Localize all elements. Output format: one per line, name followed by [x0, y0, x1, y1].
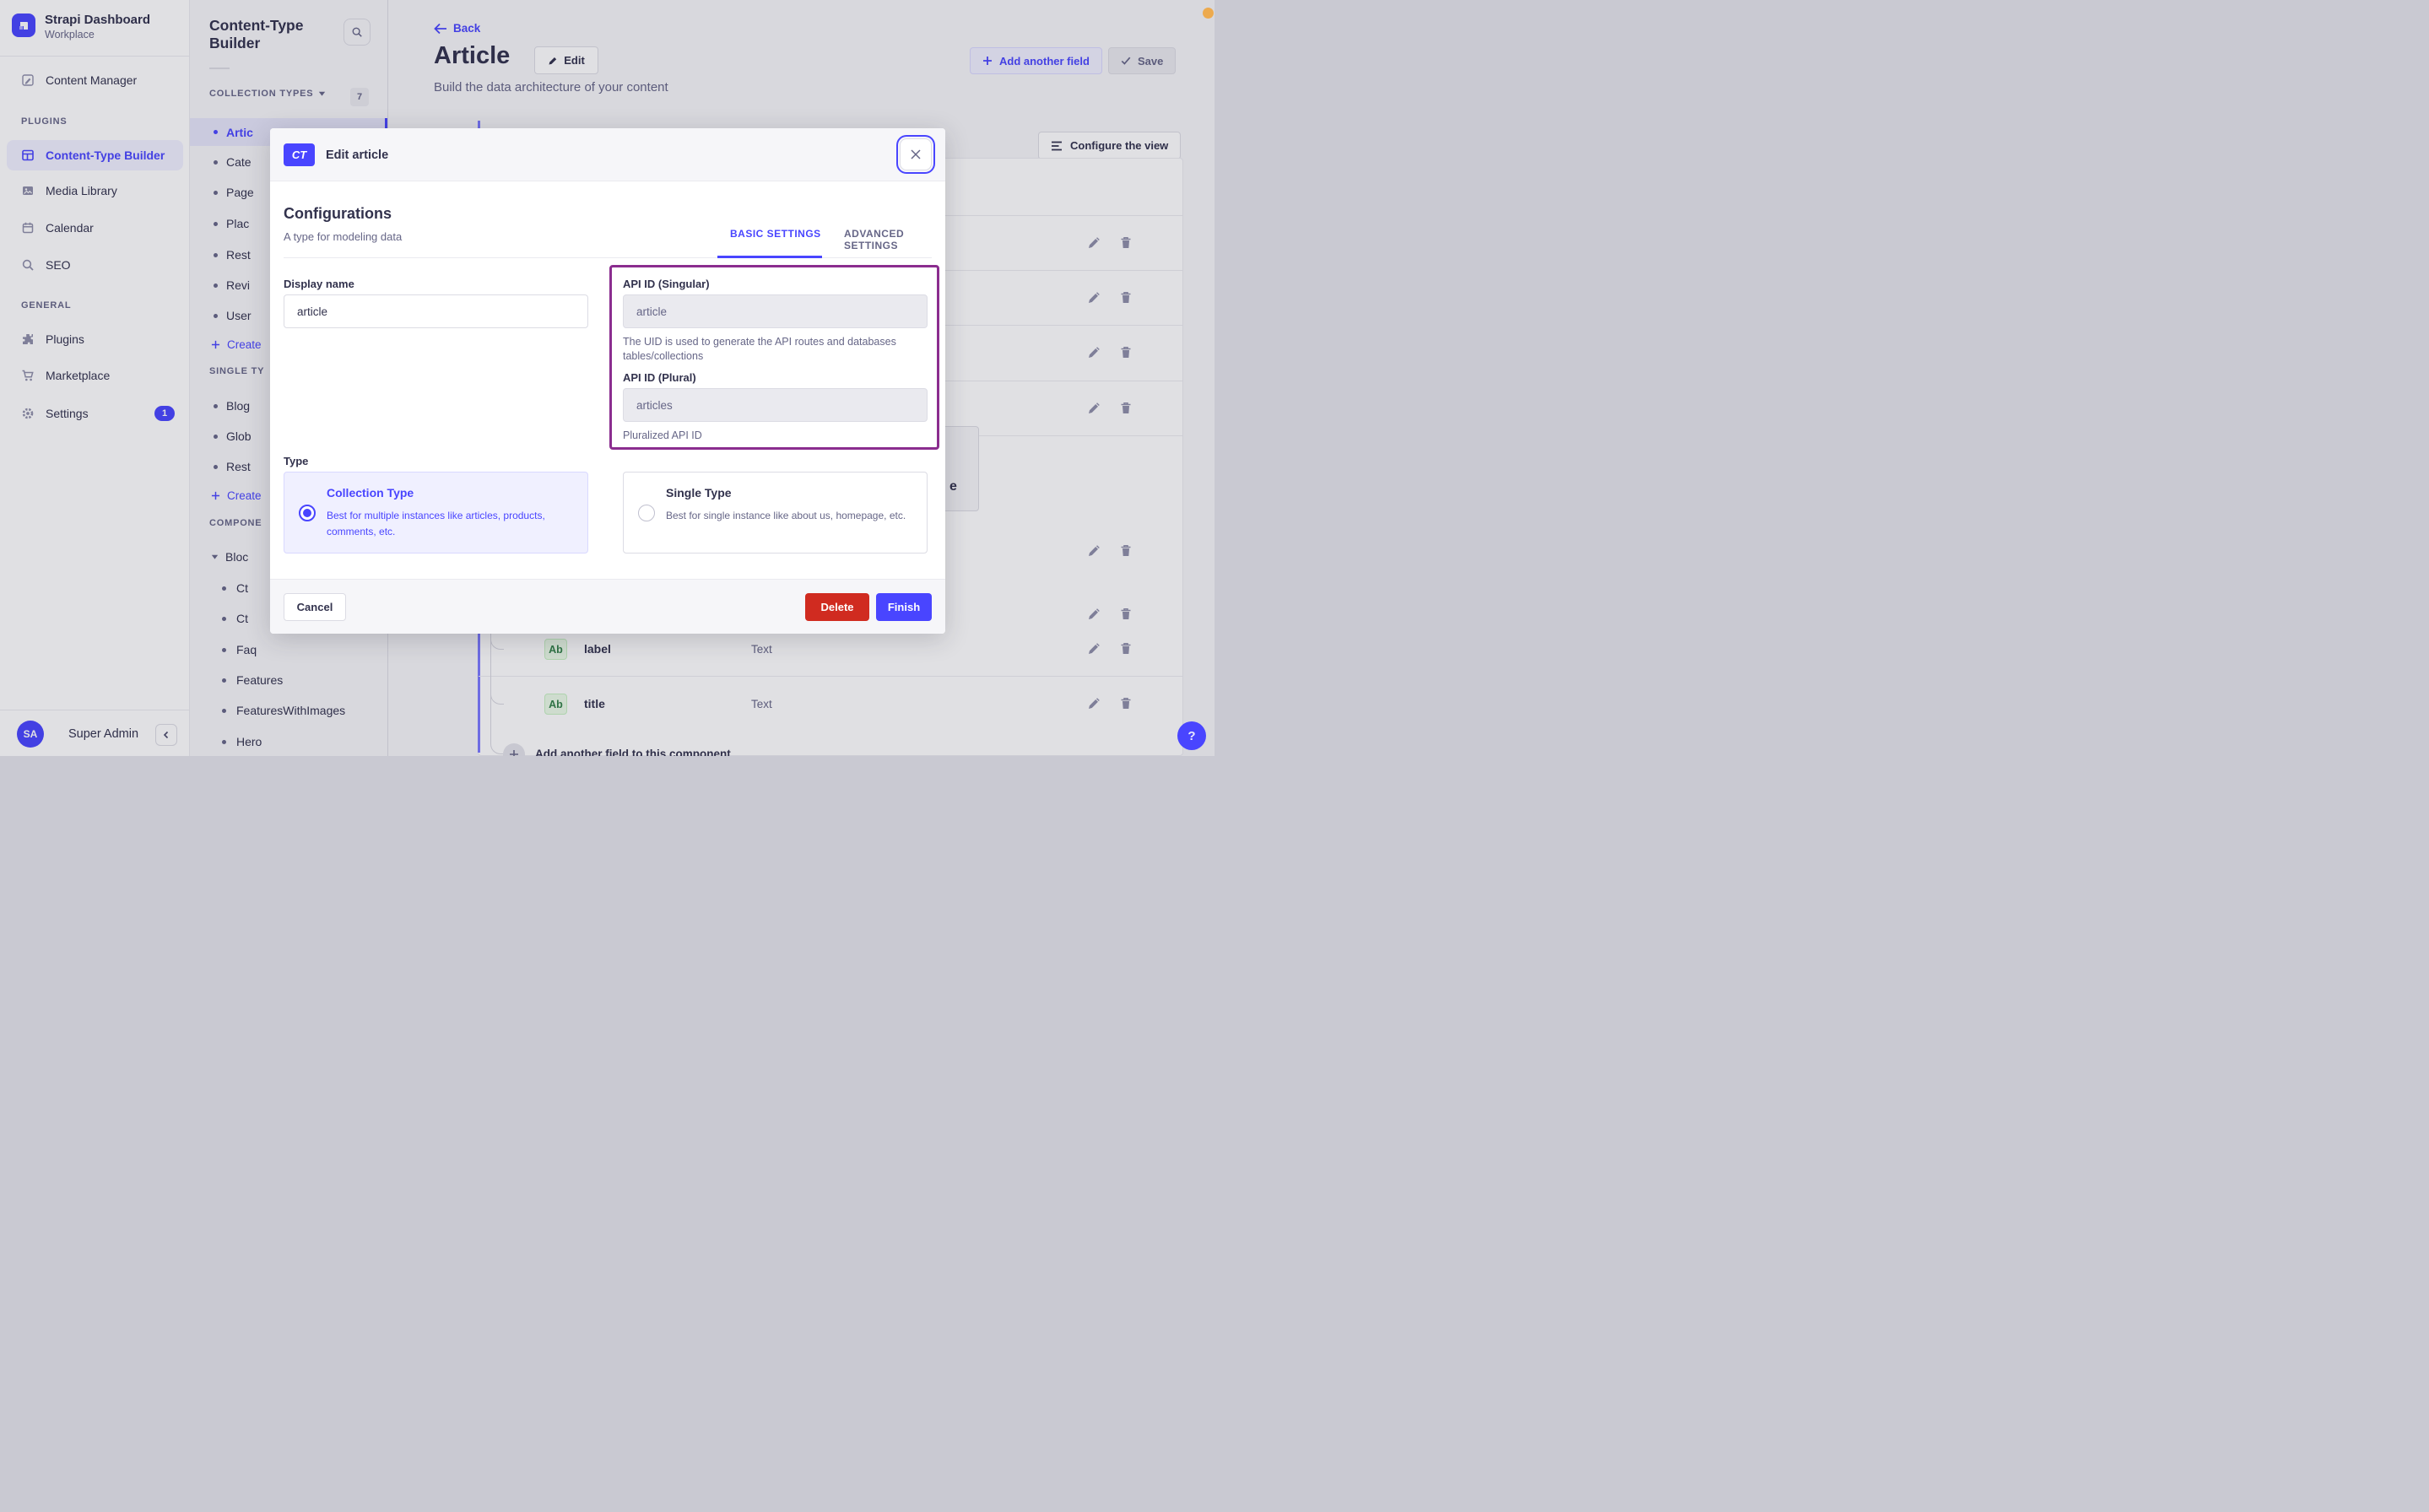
configurations-heading: Configurations: [284, 205, 392, 222]
tab-advanced-settings[interactable]: ADVANCED SETTINGS: [844, 228, 945, 251]
display-name-label: Display name: [284, 278, 354, 290]
delete-button[interactable]: Delete: [805, 593, 869, 621]
configurations-subheading: A type for modeling data: [284, 230, 403, 243]
api-id-plural-input: [623, 388, 928, 422]
close-icon: [910, 148, 922, 160]
edit-article-modal: CT Edit article Configurations A type fo…: [270, 128, 945, 634]
option-title: Collection Type: [327, 486, 414, 500]
help-button[interactable]: ?: [1177, 721, 1206, 750]
content-type-badge: CT: [284, 143, 315, 166]
collection-type-option[interactable]: Collection Type Best for multiple instan…: [284, 472, 588, 554]
modal-title: Edit article: [326, 148, 389, 162]
single-type-option[interactable]: Single Type Best for single instance lik…: [623, 472, 928, 554]
recording-indicator-icon: [1203, 8, 1214, 19]
type-label: Type: [284, 455, 309, 467]
api-id-singular-input: [623, 294, 928, 328]
display-name-input[interactable]: [284, 294, 588, 328]
modal-header: CT Edit article: [270, 128, 945, 181]
option-title: Single Type: [666, 486, 732, 500]
active-tab-indicator: [717, 256, 822, 258]
radio-unselected-icon[interactable]: [638, 505, 655, 521]
option-description: Best for single instance like about us, …: [666, 510, 906, 521]
option-description: Best for multiple instances like article…: [327, 510, 545, 537]
tab-basic-settings[interactable]: BASIC SETTINGS: [730, 228, 821, 240]
strapi-app: Strapi Dashboard Workplace Content Manag…: [0, 0, 1214, 756]
api-id-singular-hint: The UID is used to generate the API rout…: [623, 336, 896, 362]
close-button[interactable]: [900, 138, 932, 170]
modal-body: Configurations A type for modeling data …: [270, 181, 945, 579]
radio-selected-icon[interactable]: [299, 505, 316, 521]
api-id-singular-label: API ID (Singular): [623, 278, 710, 290]
tabs-divider: [284, 257, 932, 258]
api-id-plural-label: API ID (Plural): [623, 371, 696, 384]
finish-button[interactable]: Finish: [876, 593, 932, 621]
api-id-plural-hint: Pluralized API ID: [623, 429, 702, 441]
modal-footer: Cancel Delete Finish: [270, 579, 945, 634]
cancel-button[interactable]: Cancel: [284, 593, 346, 621]
